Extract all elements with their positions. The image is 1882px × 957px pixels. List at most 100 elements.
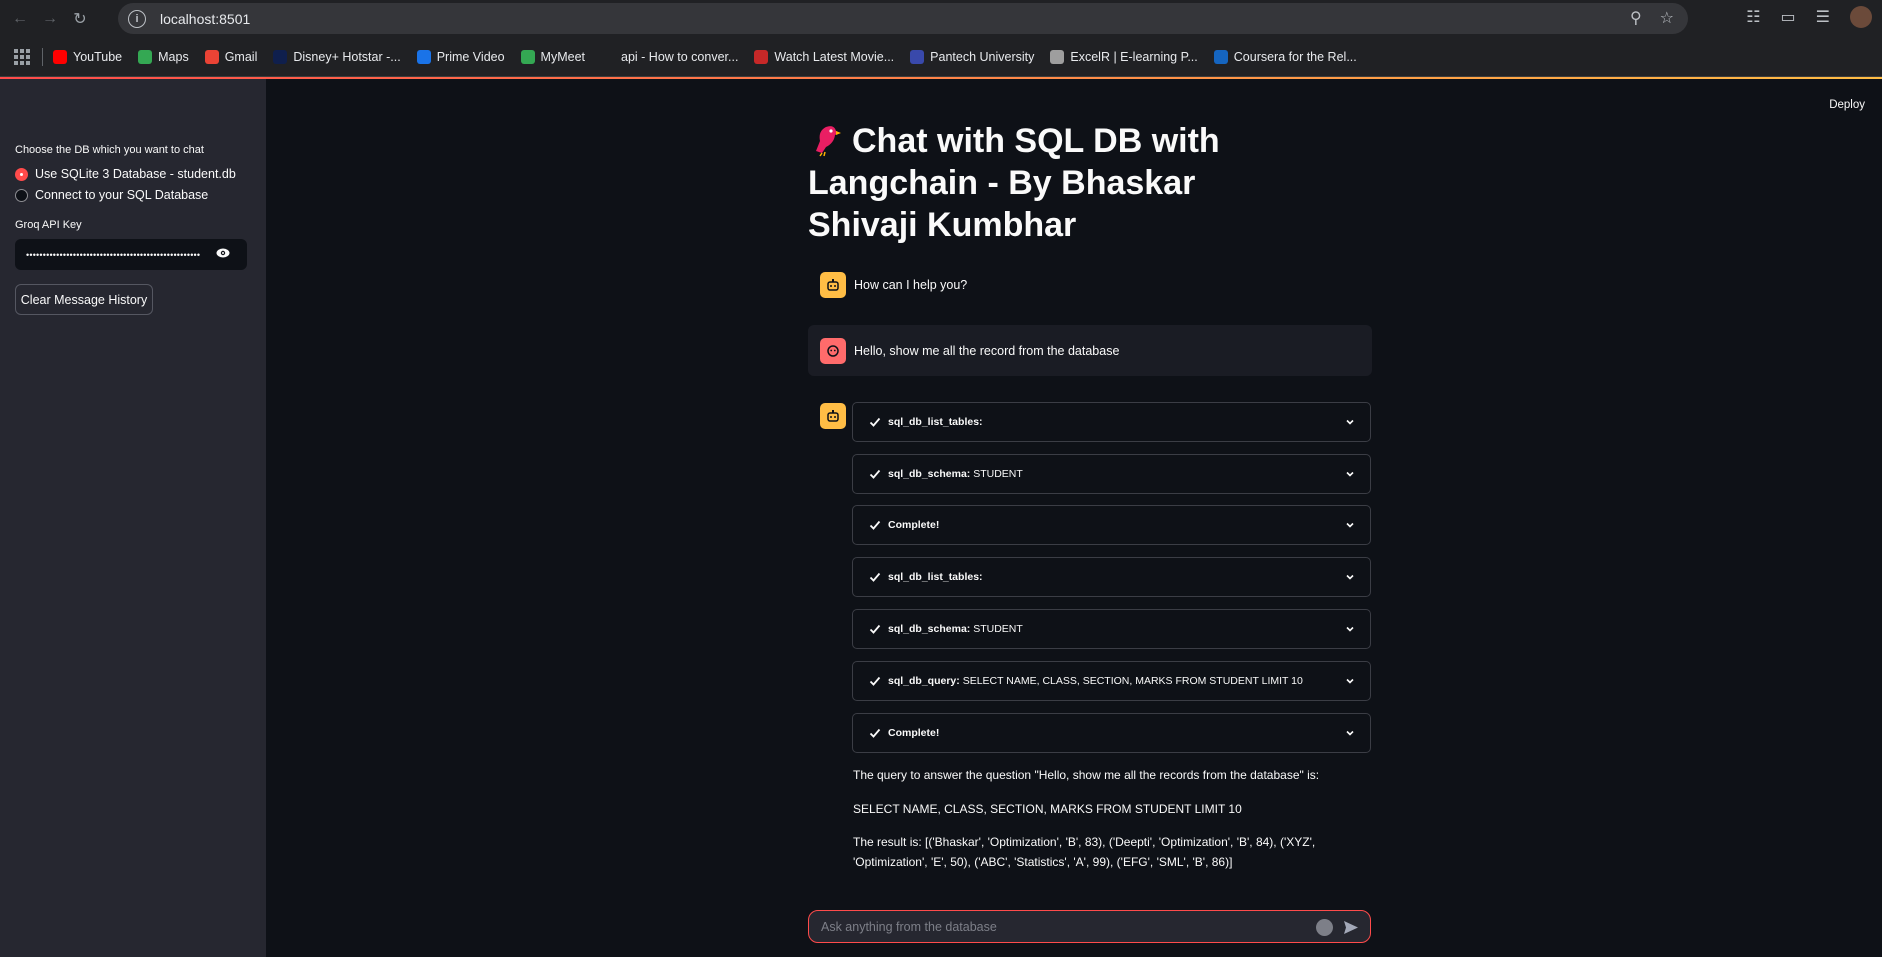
bookmark-item[interactable]: MyMeet [520, 49, 585, 64]
bookmark-favicon-icon [1213, 49, 1228, 64]
radio-unselected-icon[interactable] [15, 188, 28, 202]
zoom-icon[interactable]: ⚲ [1630, 8, 1642, 28]
bookmark-favicon-icon [53, 49, 67, 64]
step-tool-name: sql_db_schema: [888, 623, 971, 635]
answer-sql: SELECT NAME, CLASS, SECTION, MARKS FROM … [853, 802, 1242, 816]
bookmark-item[interactable]: Gmail [204, 49, 257, 64]
bookmark-label: Coursera for the Rel... [1233, 49, 1357, 64]
bookmark-item[interactable]: Maps [138, 49, 189, 64]
header-accent-bar [0, 77, 1882, 79]
attachment-icon[interactable] [1316, 919, 1333, 936]
forward-icon[interactable]: → [35, 4, 65, 34]
check-icon [869, 676, 881, 686]
bookmark-label: Prime Video [436, 49, 505, 64]
parrot-icon [816, 126, 841, 157]
bookmark-item[interactable]: ExcelR | E-learning P... [1050, 49, 1198, 64]
step-expander[interactable]: sql_db_list_tables: [852, 557, 1371, 597]
step-label: sql_db_list_tables: [888, 571, 983, 583]
divider [42, 47, 43, 66]
bookmark-item[interactable]: api - How to conver... [601, 49, 739, 64]
step-detail: STUDENT [970, 468, 1023, 480]
page-title-text: Chat with SQL DB with Langchain - By Bha… [808, 122, 1220, 244]
chat-input[interactable]: Ask anything from the database [808, 910, 1371, 943]
check-icon [869, 572, 881, 582]
back-icon[interactable]: ← [5, 4, 35, 34]
step-expander[interactable]: Complete! [852, 505, 1371, 545]
step-tool-name: sql_db_list_tables: [888, 416, 983, 428]
media-icon[interactable]: ☰ [1816, 7, 1830, 27]
chevron-down-icon[interactable] [1345, 572, 1355, 582]
bookmark-favicon-icon [754, 49, 769, 64]
step-expander[interactable]: sql_db_query: SELECT NAME, CLASS, SECTIO… [852, 661, 1371, 701]
bookmark-favicon-icon [138, 49, 153, 64]
chevron-down-icon[interactable] [1345, 624, 1355, 634]
site-info-icon[interactable]: i [128, 9, 146, 28]
bookmark-favicon-icon [204, 49, 219, 64]
step-expander[interactable]: sql_db_schema: STUDENT [852, 454, 1371, 494]
bookmark-favicon-icon [520, 49, 535, 64]
bookmark-star-icon[interactable]: ☆ [1660, 8, 1674, 28]
apps-icon[interactable] [14, 48, 30, 65]
step-label: sql_db_query: SELECT NAME, CLASS, SECTIO… [888, 675, 1303, 687]
profile-avatar[interactable] [1850, 6, 1872, 28]
api-key-value[interactable]: ••••••••••••••••••••••••••••••••••••••••… [26, 250, 206, 260]
bookmark-item[interactable]: Disney+ Hotstar -... [273, 49, 401, 64]
bookmark-favicon-icon [1050, 49, 1065, 64]
assistant-message: How can I help you? [808, 272, 1372, 298]
chat-input-placeholder[interactable]: Ask anything from the database [821, 920, 997, 934]
bookmark-label: api - How to conver... [621, 49, 739, 64]
deploy-button[interactable]: Deploy [1829, 99, 1865, 111]
chevron-down-icon[interactable] [1345, 417, 1355, 427]
message-text: How can I help you? [854, 278, 968, 292]
check-icon [869, 624, 881, 634]
radio-option-sql-connect[interactable]: Connect to your SQL Database [15, 188, 208, 202]
step-tool-name: sql_db_schema: [888, 468, 971, 480]
extensions-icon[interactable]: ☷ [1746, 7, 1760, 27]
step-label: sql_db_schema: STUDENT [888, 468, 1023, 480]
bookmark-item[interactable]: Prime Video [416, 49, 505, 64]
answer-result: The result is: [('Bhaskar', 'Optimizatio… [853, 835, 1316, 869]
show-password-icon[interactable] [216, 248, 230, 258]
address-bar[interactable]: i localhost:8501 ⚲ ☆ [118, 3, 1688, 34]
chevron-down-icon[interactable] [1345, 676, 1355, 686]
cast-icon[interactable]: ▭ [1781, 7, 1796, 27]
step-label: Complete! [888, 727, 939, 739]
step-expander[interactable]: sql_db_list_tables: [852, 402, 1371, 442]
step-label: Complete! [888, 519, 939, 531]
bookmark-item[interactable]: Watch Latest Movie... [754, 49, 894, 64]
bookmark-label: MyMeet [540, 49, 585, 64]
radio-option-sqlite[interactable]: Use SQLite 3 Database - student.db [15, 167, 236, 181]
radio-option-label: Use SQLite 3 Database - student.db [35, 167, 236, 181]
clear-history-button[interactable]: Clear Message History [15, 284, 153, 315]
step-detail: STUDENT [970, 623, 1023, 635]
bookmark-label: YouTube [73, 49, 123, 64]
bookmark-favicon-icon [416, 49, 431, 64]
bookmark-favicon-icon [601, 49, 615, 64]
db-choice-label: Choose the DB which you want to chat [15, 144, 204, 156]
check-icon [869, 728, 881, 738]
chevron-down-icon[interactable] [1345, 728, 1355, 738]
step-tool-name: Complete! [888, 727, 940, 739]
api-key-input[interactable]: ••••••••••••••••••••••••••••••••••••••••… [15, 239, 247, 270]
step-tool-name: Complete! [888, 519, 940, 531]
bookmark-label: ExcelR | E-learning P... [1070, 49, 1198, 64]
sidebar: Choose the DB which you want to chat Use… [0, 79, 266, 957]
bookmarks-bar: YouTube Maps Gmail Disney+ Hotstar -... Prim… [0, 37, 1882, 77]
check-icon [869, 520, 881, 530]
chevron-down-icon[interactable] [1345, 469, 1355, 479]
bookmark-item[interactable]: YouTube [53, 49, 123, 64]
step-label: sql_db_schema: STUDENT [888, 623, 1023, 635]
step-expander[interactable]: Complete! [852, 713, 1371, 753]
step-expander[interactable]: sql_db_schema: STUDENT [852, 609, 1371, 649]
radio-selected-icon[interactable] [15, 167, 28, 181]
bookmark-item[interactable]: Pantech University [910, 49, 1034, 64]
bookmark-item[interactable]: Coursera for the Rel... [1213, 49, 1357, 64]
url-text[interactable]: localhost:8501 [160, 11, 250, 27]
chevron-down-icon[interactable] [1345, 520, 1355, 530]
page-title: Chat with SQL DB with Langchain - By Bha… [808, 120, 1308, 246]
send-icon[interactable] [1343, 920, 1359, 935]
bookmark-label: Disney+ Hotstar -... [293, 49, 401, 64]
api-key-label: Groq API Key [15, 219, 82, 231]
bookmark-favicon-icon [273, 49, 288, 64]
reload-icon[interactable]: ↻ [65, 4, 95, 34]
